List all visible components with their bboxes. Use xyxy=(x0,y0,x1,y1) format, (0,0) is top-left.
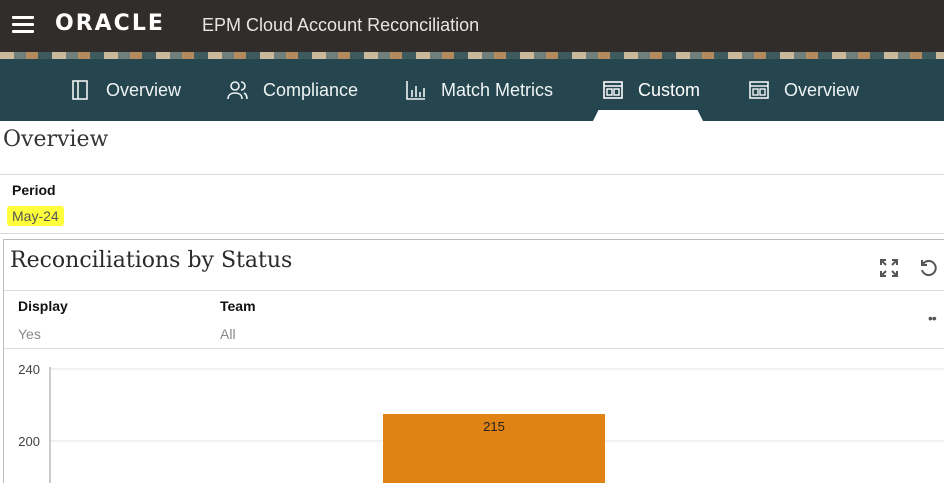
tab-compliance[interactable]: Compliance xyxy=(227,59,358,121)
nav-bar: Overview Compliance Match Metrics Custom… xyxy=(0,59,944,121)
panel-layout-icon xyxy=(70,79,92,101)
y-tick-label: 200 xyxy=(18,434,40,449)
tab-overview[interactable]: Overview xyxy=(70,59,181,121)
display-filter-value[interactable]: Yes xyxy=(18,326,41,342)
decorative-banner xyxy=(0,52,944,59)
tab-overview-2[interactable]: Overview xyxy=(748,59,859,121)
reconciliations-panel: Reconciliations by Status Display Yes Te… xyxy=(3,239,944,483)
oracle-logo: ORACLE xyxy=(55,11,165,36)
bar-chart-icon xyxy=(405,79,427,101)
divider xyxy=(0,233,944,234)
panel-title: Reconciliations by Status xyxy=(10,248,293,273)
hamburger-menu-icon[interactable] xyxy=(12,16,34,34)
expand-icon[interactable] xyxy=(880,259,898,277)
tab-label: Overview xyxy=(784,79,860,100)
divider xyxy=(0,174,944,175)
team-filter-value[interactable]: All xyxy=(220,326,236,342)
dashboard-icon xyxy=(602,79,624,101)
app-title: EPM Cloud Account Reconciliation xyxy=(202,15,480,35)
tab-label: Custom xyxy=(638,79,701,100)
page-title: Overview xyxy=(3,127,109,152)
tab-match-metrics[interactable]: Match Metrics xyxy=(405,59,553,121)
users-icon xyxy=(227,79,249,101)
tab-label: Compliance xyxy=(263,79,359,100)
dashboard-icon xyxy=(748,79,770,101)
more-options-icon[interactable]: •• xyxy=(928,310,937,326)
tab-label: Match Metrics xyxy=(441,79,554,100)
active-tab-indicator xyxy=(593,110,703,121)
refresh-icon[interactable] xyxy=(919,258,939,278)
y-tick-label: 240 xyxy=(18,362,40,377)
status-bar-chart: 200 240 215 xyxy=(18,362,944,483)
display-filter-label: Display xyxy=(18,298,68,314)
team-filter-label: Team xyxy=(220,298,256,314)
divider xyxy=(4,290,944,291)
bar-data-label: 215 xyxy=(483,419,505,434)
period-label: Period xyxy=(12,182,56,198)
top-bar: ORACLE EPM Cloud Account Reconciliation xyxy=(0,0,944,52)
period-value[interactable]: May-24 xyxy=(7,206,64,226)
tab-label: Overview xyxy=(106,79,182,100)
